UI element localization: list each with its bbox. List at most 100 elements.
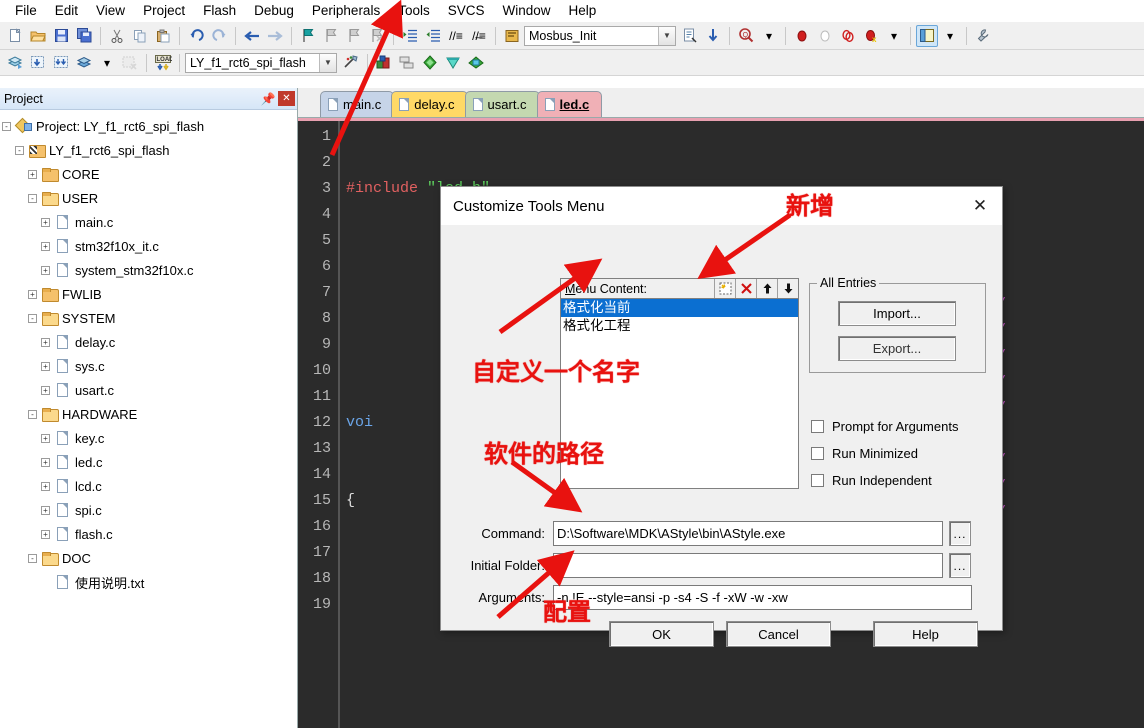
tree-item[interactable]: + system_stm32f10x.c xyxy=(2,258,297,282)
tree-item[interactable]: + spi.c xyxy=(2,498,297,522)
manage-project-items-icon[interactable] xyxy=(373,52,395,74)
chevron-down-icon[interactable]: ▾ xyxy=(758,25,780,47)
tree-item[interactable]: + main.c xyxy=(2,210,297,234)
initial-folder-input[interactable] xyxy=(553,553,943,578)
cut-icon[interactable] xyxy=(106,25,128,47)
paste-icon[interactable] xyxy=(152,25,174,47)
command-browse-button[interactable]: ... xyxy=(949,521,971,546)
close-icon[interactable]: ✕ xyxy=(278,91,295,106)
open-folder-icon[interactable] xyxy=(27,25,49,47)
undo-icon[interactable] xyxy=(185,25,207,47)
expand-toggle[interactable]: + xyxy=(41,241,50,251)
chevron-down-icon[interactable]: ▾ xyxy=(883,25,905,47)
menu-item-help[interactable]: Help xyxy=(560,1,606,20)
menu-item-project[interactable]: Project xyxy=(134,1,194,20)
manage-runtime-icon[interactable] xyxy=(465,52,487,74)
rebuild-icon[interactable] xyxy=(50,52,72,74)
pin-icon[interactable]: 📌 xyxy=(260,92,276,106)
uncomment-icon[interactable]: //̶≡ xyxy=(468,25,490,47)
menu-item-edit[interactable]: Edit xyxy=(46,1,87,20)
editor-tab-main-c[interactable]: main.c xyxy=(320,91,395,117)
export-button[interactable]: Export... xyxy=(838,336,956,361)
tree-item[interactable]: - LY_f1_rct6_spi_flash xyxy=(2,138,297,162)
back-icon[interactable] xyxy=(241,25,263,47)
prompt-for-arguments-checkbox[interactable] xyxy=(811,420,824,433)
arguments-input[interactable]: -n !E --style=ansi -p -s4 -S -f -xW -w -… xyxy=(553,585,972,610)
expand-toggle[interactable]: + xyxy=(28,169,37,179)
multi-project-icon[interactable] xyxy=(396,52,418,74)
bookmark-clear-icon[interactable] xyxy=(366,25,388,47)
menu-item-svcs[interactable]: SVCS xyxy=(439,1,494,20)
expand-toggle[interactable]: + xyxy=(41,529,50,539)
translate-icon[interactable] xyxy=(4,52,26,74)
function-browse-icon[interactable] xyxy=(501,25,523,47)
move-down-button[interactable] xyxy=(777,279,798,298)
chevron-down-icon[interactable]: ▾ xyxy=(939,25,961,47)
expand-toggle[interactable]: + xyxy=(41,457,50,467)
expand-toggle[interactable]: + xyxy=(28,289,37,299)
tree-item[interactable]: + delay.c xyxy=(2,330,297,354)
breakpoint-disable-all-icon[interactable]: x xyxy=(860,25,882,47)
help-button[interactable]: Help xyxy=(873,621,978,647)
build-icon[interactable] xyxy=(27,52,49,74)
chevron-down-icon[interactable]: ▼ xyxy=(319,53,336,72)
run-minimized-checkbox-row[interactable]: Run Minimized xyxy=(811,446,918,461)
target-combo[interactable]: LY_f1_rct6_spi_flash ▼ xyxy=(185,52,337,73)
tree-item[interactable]: + FWLIB xyxy=(2,282,297,306)
menu-item-debug[interactable]: Debug xyxy=(245,1,303,20)
menu-item-tools[interactable]: Tools xyxy=(389,1,439,20)
expand-toggle[interactable]: + xyxy=(41,361,50,371)
import-button[interactable]: Import... xyxy=(838,301,956,326)
tree-item[interactable]: + key.c xyxy=(2,426,297,450)
menu-content-list-item[interactable]: 格式化当前 xyxy=(561,299,798,317)
tree-item[interactable]: + lcd.c xyxy=(2,474,297,498)
target-options-icon[interactable] xyxy=(340,52,362,74)
comment-icon[interactable]: //≡ xyxy=(445,25,467,47)
expand-toggle[interactable]: + xyxy=(41,481,50,491)
move-up-button[interactable] xyxy=(756,279,777,298)
collapse-toggle[interactable]: - xyxy=(2,121,11,131)
pack-installer-icon[interactable] xyxy=(442,52,464,74)
breakpoint-insert-icon[interactable] xyxy=(791,25,813,47)
download-icon[interactable]: LOAD xyxy=(152,52,174,74)
editor-tab-led-c[interactable]: led.c xyxy=(536,91,603,117)
tree-item[interactable]: + usart.c xyxy=(2,378,297,402)
tree-item[interactable]: - USER xyxy=(2,186,297,210)
file-info-icon[interactable] xyxy=(679,25,701,47)
window-layout-icon[interactable] xyxy=(916,24,938,47)
copy-icon[interactable] xyxy=(129,25,151,47)
goto-def-icon[interactable] xyxy=(702,25,724,47)
run-independent-checkbox[interactable] xyxy=(811,474,824,487)
prompt-for-arguments-checkbox-row[interactable]: Prompt for Arguments xyxy=(811,419,958,434)
collapse-toggle[interactable]: - xyxy=(28,193,37,203)
collapse-toggle[interactable]: - xyxy=(28,313,37,323)
initial-folder-browse-button[interactable]: ... xyxy=(949,553,971,578)
close-icon[interactable]: ✕ xyxy=(958,187,1002,225)
expand-toggle[interactable]: + xyxy=(41,505,50,515)
tree-item[interactable]: + sys.c xyxy=(2,354,297,378)
function-combo[interactable]: Mosbus_Init ▼ xyxy=(524,25,676,46)
new-entry-button[interactable] xyxy=(714,279,735,298)
expand-toggle[interactable]: + xyxy=(41,217,50,227)
forward-icon[interactable] xyxy=(264,25,286,47)
configure-icon[interactable] xyxy=(972,25,994,47)
indent-icon[interactable] xyxy=(399,25,421,47)
menu-item-window[interactable]: Window xyxy=(493,1,559,20)
expand-toggle[interactable]: + xyxy=(41,385,50,395)
editor-tab-usart-c[interactable]: usart.c xyxy=(464,91,540,117)
ok-button[interactable]: OK xyxy=(609,621,714,647)
new-file-icon[interactable] xyxy=(4,25,26,47)
menu-content-list-item[interactable]: 格式化工程 xyxy=(561,317,798,335)
find-in-files-icon[interactable]: Q xyxy=(735,25,757,47)
tree-item[interactable]: + CORE xyxy=(2,162,297,186)
menu-item-file[interactable]: File xyxy=(6,1,46,20)
components-icon[interactable] xyxy=(419,52,441,74)
bookmark-prev-icon[interactable] xyxy=(320,25,342,47)
save-all-icon[interactable] xyxy=(73,25,95,47)
save-icon[interactable] xyxy=(50,25,72,47)
batch-build-icon[interactable] xyxy=(73,52,95,74)
menu-item-flash[interactable]: Flash xyxy=(194,1,245,20)
tree-item[interactable]: - DOC xyxy=(2,546,297,570)
chevron-down-icon[interactable]: ▼ xyxy=(658,26,675,45)
expand-toggle[interactable]: + xyxy=(41,265,50,275)
